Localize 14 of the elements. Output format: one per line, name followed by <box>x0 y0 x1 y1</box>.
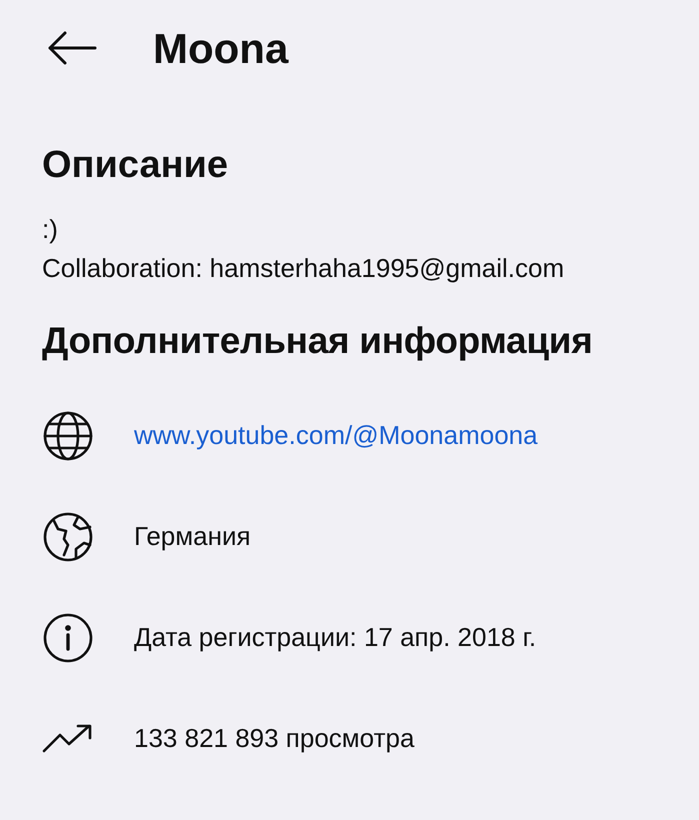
trending-icon <box>42 724 94 754</box>
description-text: :) <box>42 213 58 246</box>
info-text: 133 821 893 просмотра <box>134 722 414 755</box>
description-text: Collaboration: hamsterhaha1995@gmail.com <box>42 252 564 285</box>
info-text: Дата регистрации: 17 апр. 2018 г. <box>134 621 536 654</box>
info-text: Германия <box>134 520 251 553</box>
earth-icon <box>42 510 94 562</box>
page-title: Moona <box>153 24 288 74</box>
globe-icon <box>42 410 94 462</box>
section-heading: Описание <box>42 146 230 184</box>
channel-link[interactable]: www.youtube.com/@Moonamoona <box>134 416 538 455</box>
info-icon <box>42 612 94 664</box>
section-heading: Дополнительная информация <box>42 322 594 359</box>
back-arrow-icon <box>47 31 97 65</box>
